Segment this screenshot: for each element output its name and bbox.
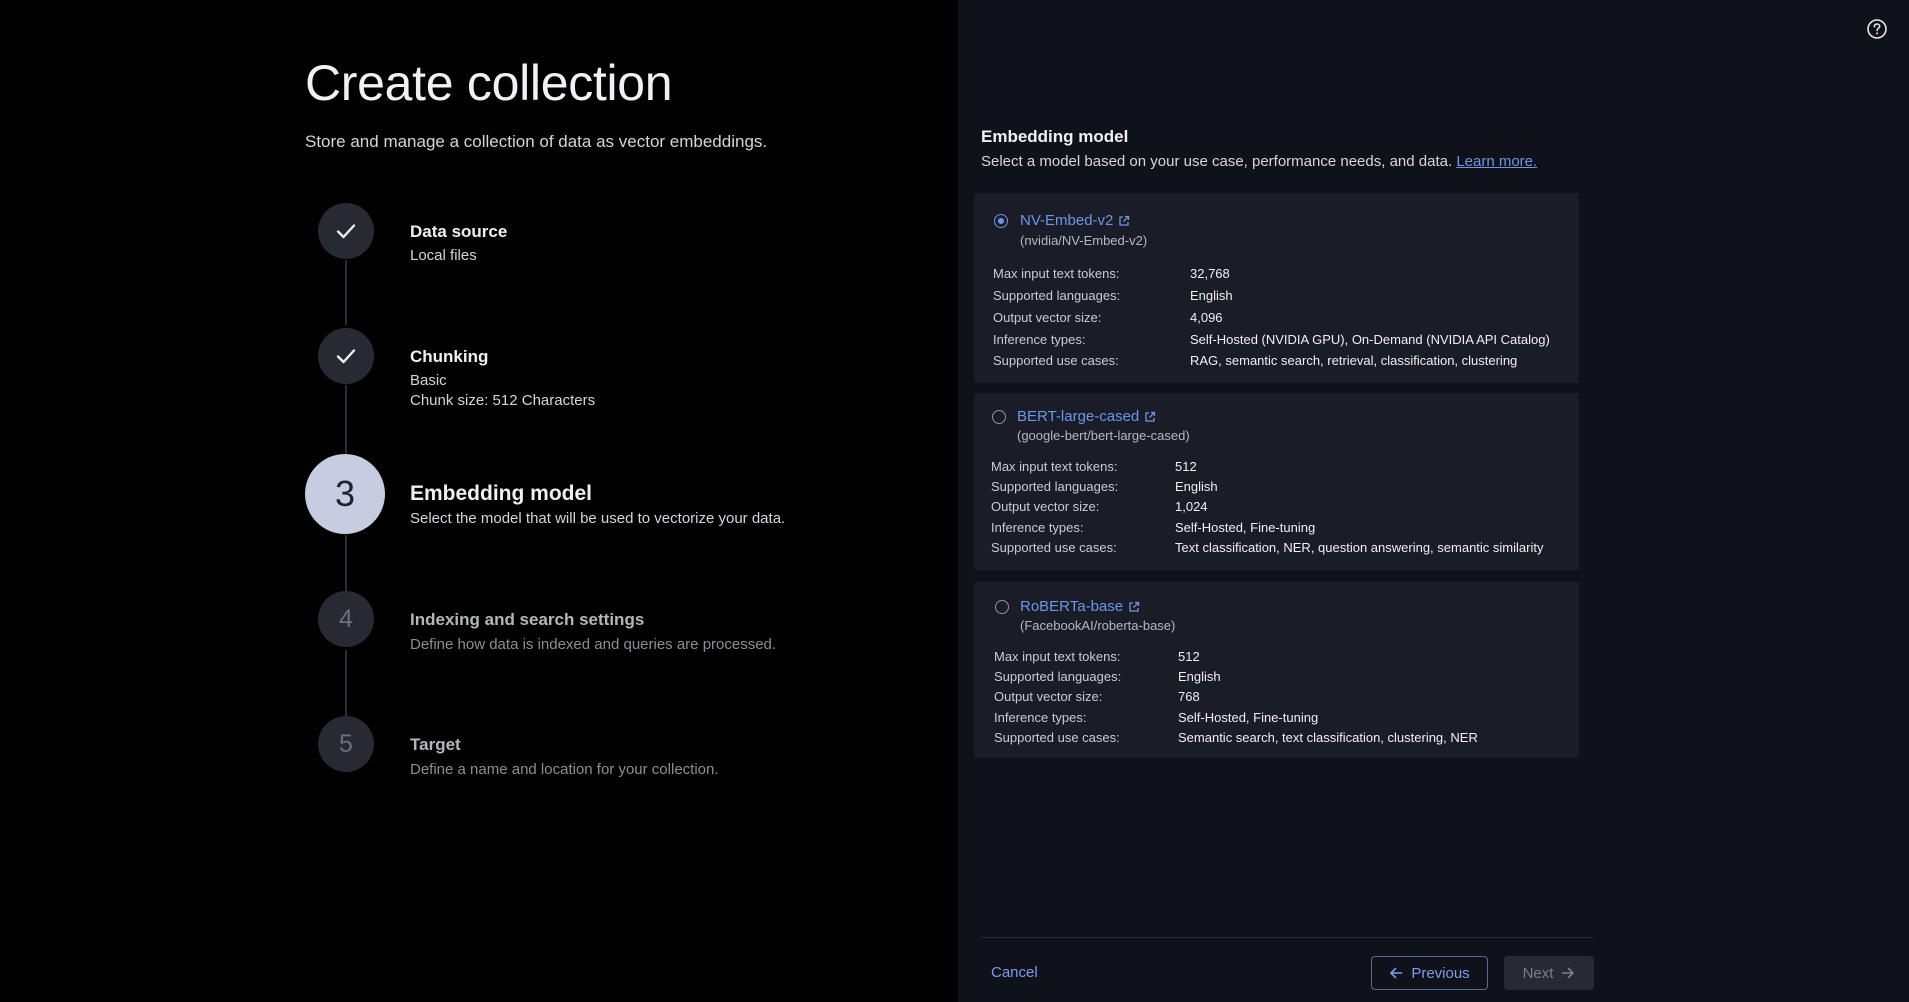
step-connector xyxy=(345,260,347,325)
spec-value-inference: Self-Hosted, Fine-tuning xyxy=(1175,520,1316,535)
arrow-right-icon xyxy=(1562,967,1575,979)
step-5-title: Target xyxy=(410,735,461,754)
help-button[interactable] xyxy=(1866,18,1888,40)
spec-value-languages: English xyxy=(1178,669,1221,684)
step-3-number: 3 xyxy=(334,473,356,514)
help-icon xyxy=(1867,19,1887,39)
step-3-indicator: 3 xyxy=(305,454,385,534)
embedding-description: Select a model based on your use case, p… xyxy=(981,153,1537,170)
learn-more-link[interactable]: Learn more. xyxy=(1456,153,1537,170)
spec-value-tokens: 512 xyxy=(1175,459,1197,474)
step-2-title: Chunking xyxy=(410,347,489,366)
spec-label-tokens: Max input text tokens: xyxy=(994,649,1121,664)
spec-value-vector: 1,024 xyxy=(1175,499,1208,514)
cancel-button[interactable]: Cancel xyxy=(991,964,1038,981)
spec-label-vector: Output vector size: xyxy=(994,689,1103,704)
checkmark-icon xyxy=(336,224,356,239)
spec-label-use-cases: Supported use cases: xyxy=(991,540,1117,555)
step-connector xyxy=(345,650,347,716)
model-id: (google-bert/bert-large-cased) xyxy=(1017,428,1190,443)
spec-label-languages: Supported languages: xyxy=(991,479,1119,494)
model-radio-roberta-base[interactable] xyxy=(995,600,1009,614)
previous-button[interactable]: Previous xyxy=(1371,956,1488,990)
embedding-heading: Embedding model xyxy=(981,127,1129,146)
step-connector xyxy=(345,535,347,591)
previous-label: Previous xyxy=(1411,964,1470,982)
step-4-title: Indexing and search settings xyxy=(410,610,645,629)
model-id: (nvidia/NV-Embed-v2) xyxy=(1020,233,1148,248)
step-1-desc: Local files xyxy=(410,247,477,264)
spec-value-use-cases: Semantic search, text classification, cl… xyxy=(1178,730,1478,745)
checkmark-icon xyxy=(336,349,356,364)
model-name: BERT-large-cased xyxy=(1017,408,1140,425)
footer-divider xyxy=(981,937,1593,938)
spec-value-use-cases: Text classification, NER, question answe… xyxy=(1175,540,1544,555)
spec-label-vector: Output vector size: xyxy=(991,499,1100,514)
embedding-description-text: Select a model based on your use case, p… xyxy=(981,153,1453,170)
spec-value-inference: Self-Hosted (NVIDIA GPU), On-Demand (NVI… xyxy=(1190,332,1550,347)
step-3-title: Embedding model xyxy=(410,482,593,505)
next-label: Next xyxy=(1522,964,1554,982)
model-link-bert-large-cased[interactable]: BERT-large-cased xyxy=(1017,408,1156,425)
spec-label-languages: Supported languages: xyxy=(994,669,1122,684)
model-name: NV-Embed-v2 xyxy=(1020,212,1114,229)
spec-label-inference: Inference types: xyxy=(993,332,1086,347)
spec-label-use-cases: Supported use cases: xyxy=(994,730,1120,745)
page-subtitle: Store and manage a collection of data as… xyxy=(305,132,768,151)
spec-value-languages: English xyxy=(1175,479,1218,494)
page-title: Create collection xyxy=(305,55,673,111)
step-connector xyxy=(345,385,347,455)
step-4-desc: Define how data is indexed and queries a… xyxy=(410,636,777,653)
model-name: RoBERTa-base xyxy=(1020,598,1124,615)
step-1-title: Data source xyxy=(410,222,508,241)
spec-value-inference: Self-Hosted, Fine-tuning xyxy=(1178,710,1319,725)
model-radio-bert-large-cased[interactable] xyxy=(992,410,1006,424)
spec-label-use-cases: Supported use cases: xyxy=(993,353,1119,368)
spec-label-tokens: Max input text tokens: xyxy=(991,459,1118,474)
step-1-indicator xyxy=(318,203,374,259)
spec-label-languages: Supported languages: xyxy=(993,288,1121,303)
arrow-left-icon xyxy=(1390,967,1403,979)
model-id: (FacebookAI/roberta-base) xyxy=(1020,618,1176,633)
step-3-desc: Select the model that will be used to ve… xyxy=(410,510,786,527)
spec-label-vector: Output vector size: xyxy=(993,310,1102,325)
model-radio-nv-embed-v2[interactable] xyxy=(994,214,1008,228)
spec-label-inference: Inference types: xyxy=(994,710,1087,725)
spec-label-tokens: Max input text tokens: xyxy=(993,266,1120,281)
spec-value-vector: 768 xyxy=(1178,689,1200,704)
spec-value-use-cases: RAG, semantic search, retrieval, classif… xyxy=(1190,353,1518,368)
step-2-desc: Basic xyxy=(410,372,447,389)
external-link-icon xyxy=(1119,215,1130,226)
spec-label-inference: Inference types: xyxy=(991,520,1084,535)
step-5-number: 5 xyxy=(339,729,353,758)
step-2-indicator xyxy=(318,328,374,384)
step-4-indicator: 4 xyxy=(318,591,374,647)
spec-value-vector: 4,096 xyxy=(1190,310,1223,325)
step-4-number: 4 xyxy=(339,604,353,633)
spec-value-languages: English xyxy=(1190,288,1233,303)
step-5-desc: Define a name and location for your coll… xyxy=(410,761,719,778)
external-link-icon xyxy=(1145,411,1156,422)
next-button[interactable]: Next xyxy=(1504,956,1594,990)
spec-value-tokens: 32,768 xyxy=(1190,266,1230,281)
spec-value-tokens: 512 xyxy=(1178,649,1200,664)
step-5-indicator: 5 xyxy=(318,716,374,772)
step-2-desc-detail: Chunk size: 512 Characters xyxy=(410,392,596,409)
model-link-roberta-base[interactable]: RoBERTa-base xyxy=(1020,598,1140,615)
model-link-nv-embed-v2[interactable]: NV-Embed-v2 xyxy=(1020,212,1130,229)
external-link-icon xyxy=(1129,601,1140,612)
